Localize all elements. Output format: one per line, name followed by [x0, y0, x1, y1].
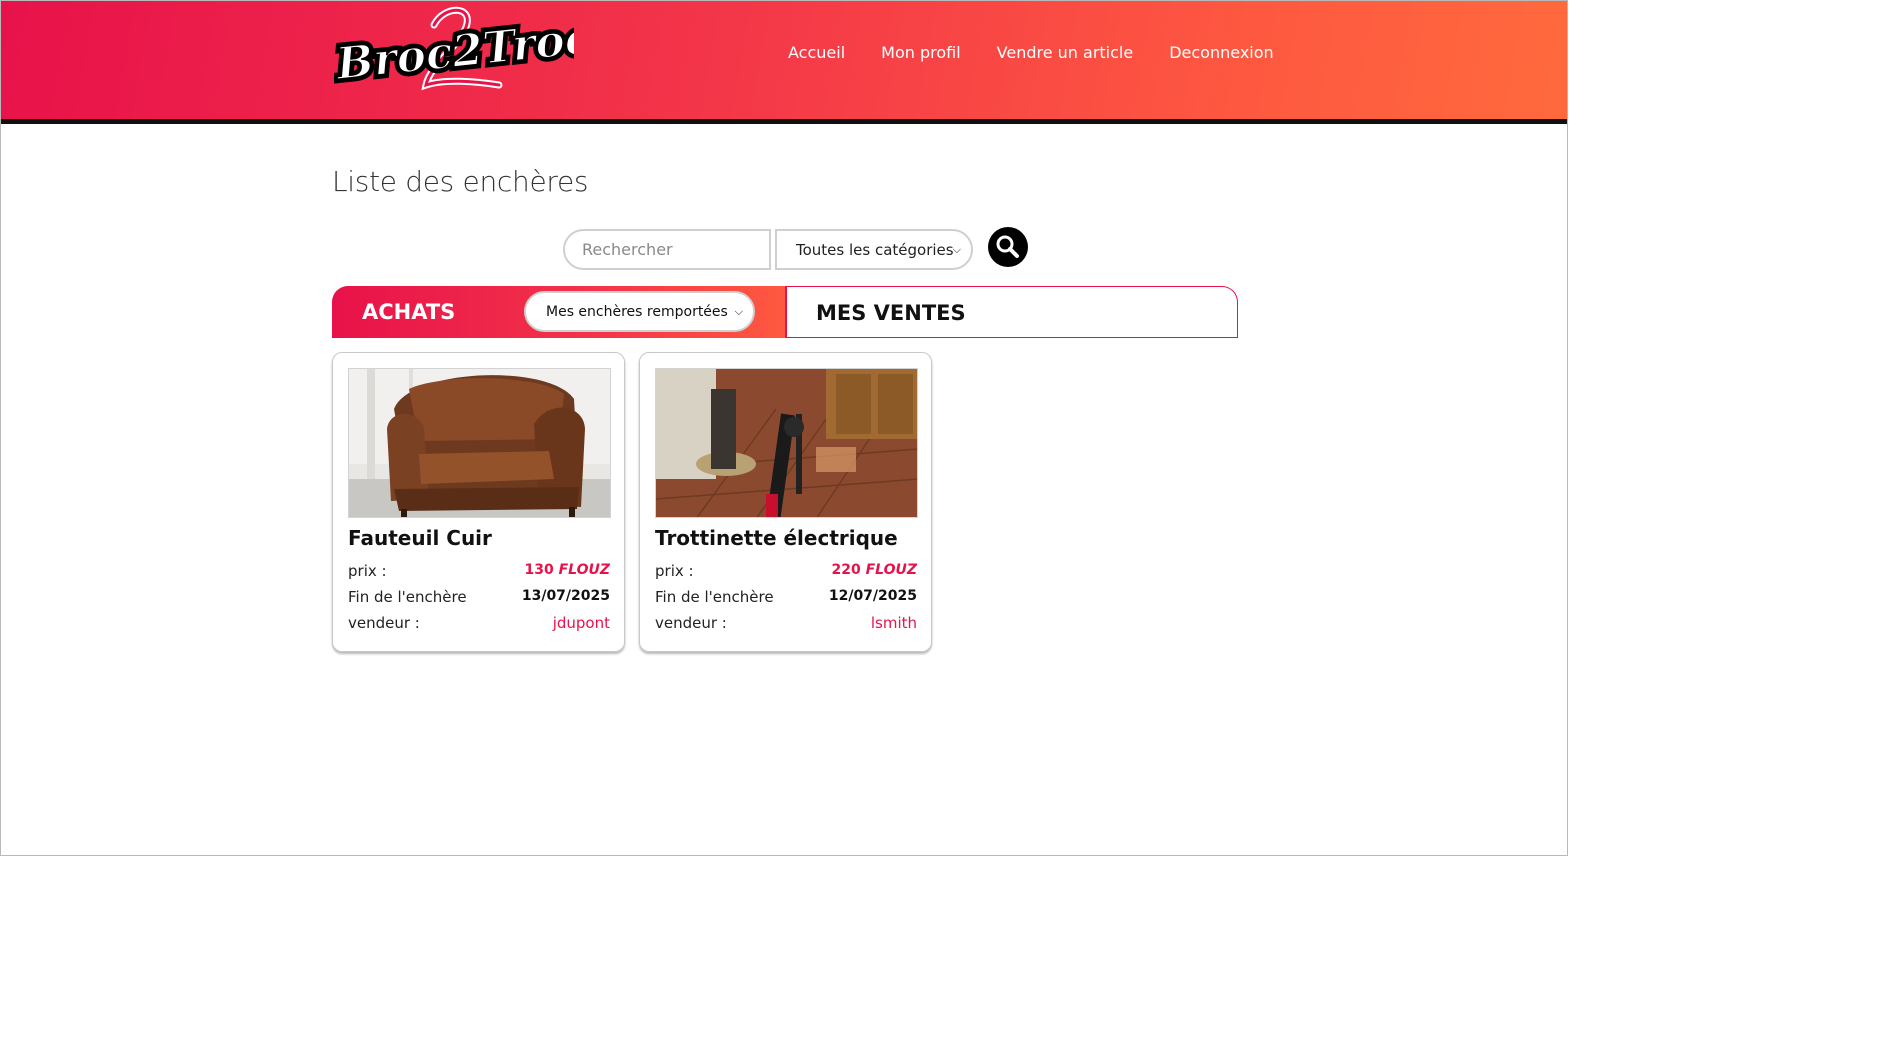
tab-achats-label: ACHATS: [362, 300, 456, 324]
currency: FLOUZ: [558, 562, 610, 578]
category-select[interactable]: Toutes les catégories ⌵: [775, 229, 973, 270]
end-date-row: Fin de l'enchère 12/07/2025: [655, 588, 917, 606]
currency: FLOUZ: [865, 562, 917, 578]
price-value: 220 FLOUZ: [831, 562, 917, 580]
seller-label: vendeur :: [655, 614, 727, 632]
card-title[interactable]: Fauteuil Cuir: [348, 526, 492, 550]
achats-filter-value: Mes enchères remportées: [546, 303, 728, 320]
achats-filter-select[interactable]: Mes enchères remportées ⌵: [524, 291, 755, 332]
price-row: prix : 130 FLOUZ: [348, 562, 610, 580]
tab-achats[interactable]: ACHATS Mes enchères remportées ⌵: [332, 286, 786, 338]
item-image-armchair[interactable]: [348, 368, 611, 518]
end-date-label: Fin de l'enchère: [655, 588, 774, 606]
end-date-value: 12/07/2025: [828, 588, 917, 604]
item-image-scooter[interactable]: [655, 368, 918, 518]
magnifier-icon: [996, 235, 1019, 258]
seller-label: vendeur :: [348, 614, 420, 632]
page-title: Liste des enchères: [332, 165, 589, 198]
seller-link[interactable]: jdupont: [553, 614, 610, 632]
nav-mon-profil[interactable]: Mon profil: [881, 43, 961, 62]
nav-accueil[interactable]: Accueil: [788, 43, 845, 62]
search-button[interactable]: [988, 227, 1028, 267]
site-header: Broc2Troc Broc2Troc Accueil Mon profil V…: [1, 1, 1567, 124]
card-title[interactable]: Trottinette électrique: [655, 526, 898, 550]
auction-card[interactable]: Fauteuil Cuir prix : 130 FLOUZ Fin de l'…: [332, 352, 625, 652]
tab-mes-ventes[interactable]: MES VENTES: [785, 286, 1238, 338]
price-label: prix :: [348, 562, 387, 580]
main-nav: Accueil Mon profil Vendre un article Dec…: [788, 43, 1274, 62]
end-date-label: Fin de l'enchère: [348, 588, 467, 606]
price-value: 130 FLOUZ: [524, 562, 610, 580]
nav-vendre-article[interactable]: Vendre un article: [997, 43, 1134, 62]
price-label: prix :: [655, 562, 694, 580]
end-date-value: 13/07/2025: [521, 588, 610, 604]
end-date-row: Fin de l'enchère 13/07/2025: [348, 588, 610, 606]
chevron-down-icon: ⌵: [952, 243, 961, 256]
seller-link[interactable]: lsmith: [871, 614, 917, 632]
nav-deconnexion[interactable]: Deconnexion: [1169, 43, 1273, 62]
price-amount: 220: [831, 562, 861, 578]
seller-row: vendeur : jdupont: [348, 614, 610, 632]
auction-card[interactable]: Trottinette électrique prix : 220 FLOUZ …: [639, 352, 932, 652]
category-select-value: Toutes les catégories: [796, 240, 954, 259]
tab-mes-ventes-label: MES VENTES: [816, 301, 966, 325]
price-row: prix : 220 FLOUZ: [655, 562, 917, 580]
chevron-down-icon: ⌵: [734, 305, 743, 318]
seller-row: vendeur : lsmith: [655, 614, 917, 632]
search-input[interactable]: [563, 229, 771, 270]
price-amount: 130: [524, 562, 554, 578]
logo[interactable]: Broc2Troc Broc2Troc: [328, 5, 598, 94]
